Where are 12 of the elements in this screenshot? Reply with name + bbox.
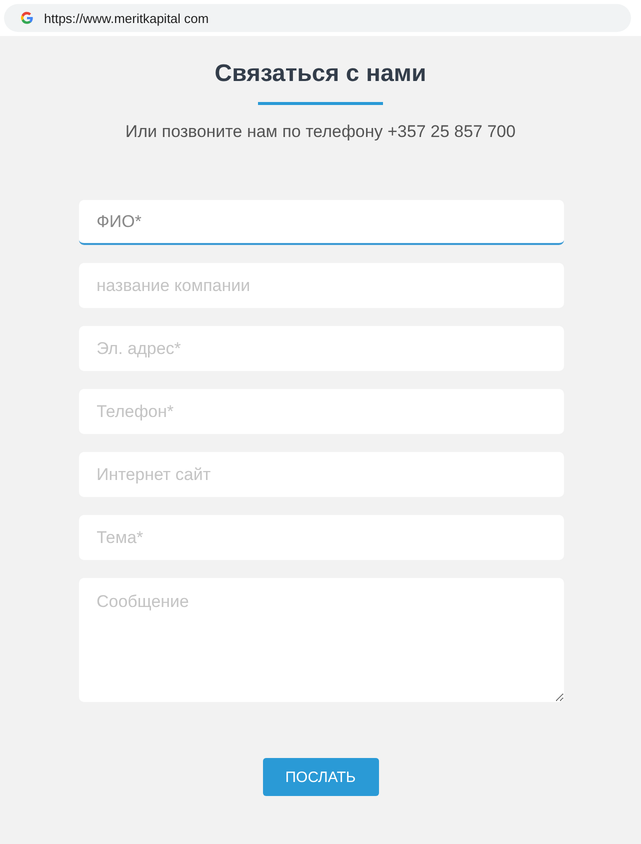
message-field[interactable]: Сообщение bbox=[78, 578, 564, 702]
page-title: Связаться с нами bbox=[214, 60, 426, 88]
google-icon bbox=[20, 11, 34, 25]
url-text: https://www.meritkapital com bbox=[44, 10, 209, 26]
phone-text: Или позвоните нам по телефону +357 25 857 700 bbox=[125, 122, 516, 142]
input-field[interactable]: Интернет сайт bbox=[78, 452, 564, 497]
input-field[interactable]: Тема* bbox=[78, 515, 564, 560]
input-field[interactable]: Телефон* bbox=[78, 389, 564, 434]
input-field[interactable]: ФИО* bbox=[78, 200, 564, 245]
address-bar[interactable]: https://www.meritkapital com bbox=[4, 4, 631, 32]
input-field[interactable]: Эл. адрес* bbox=[78, 326, 564, 371]
input-field[interactable]: название компании bbox=[78, 263, 564, 308]
